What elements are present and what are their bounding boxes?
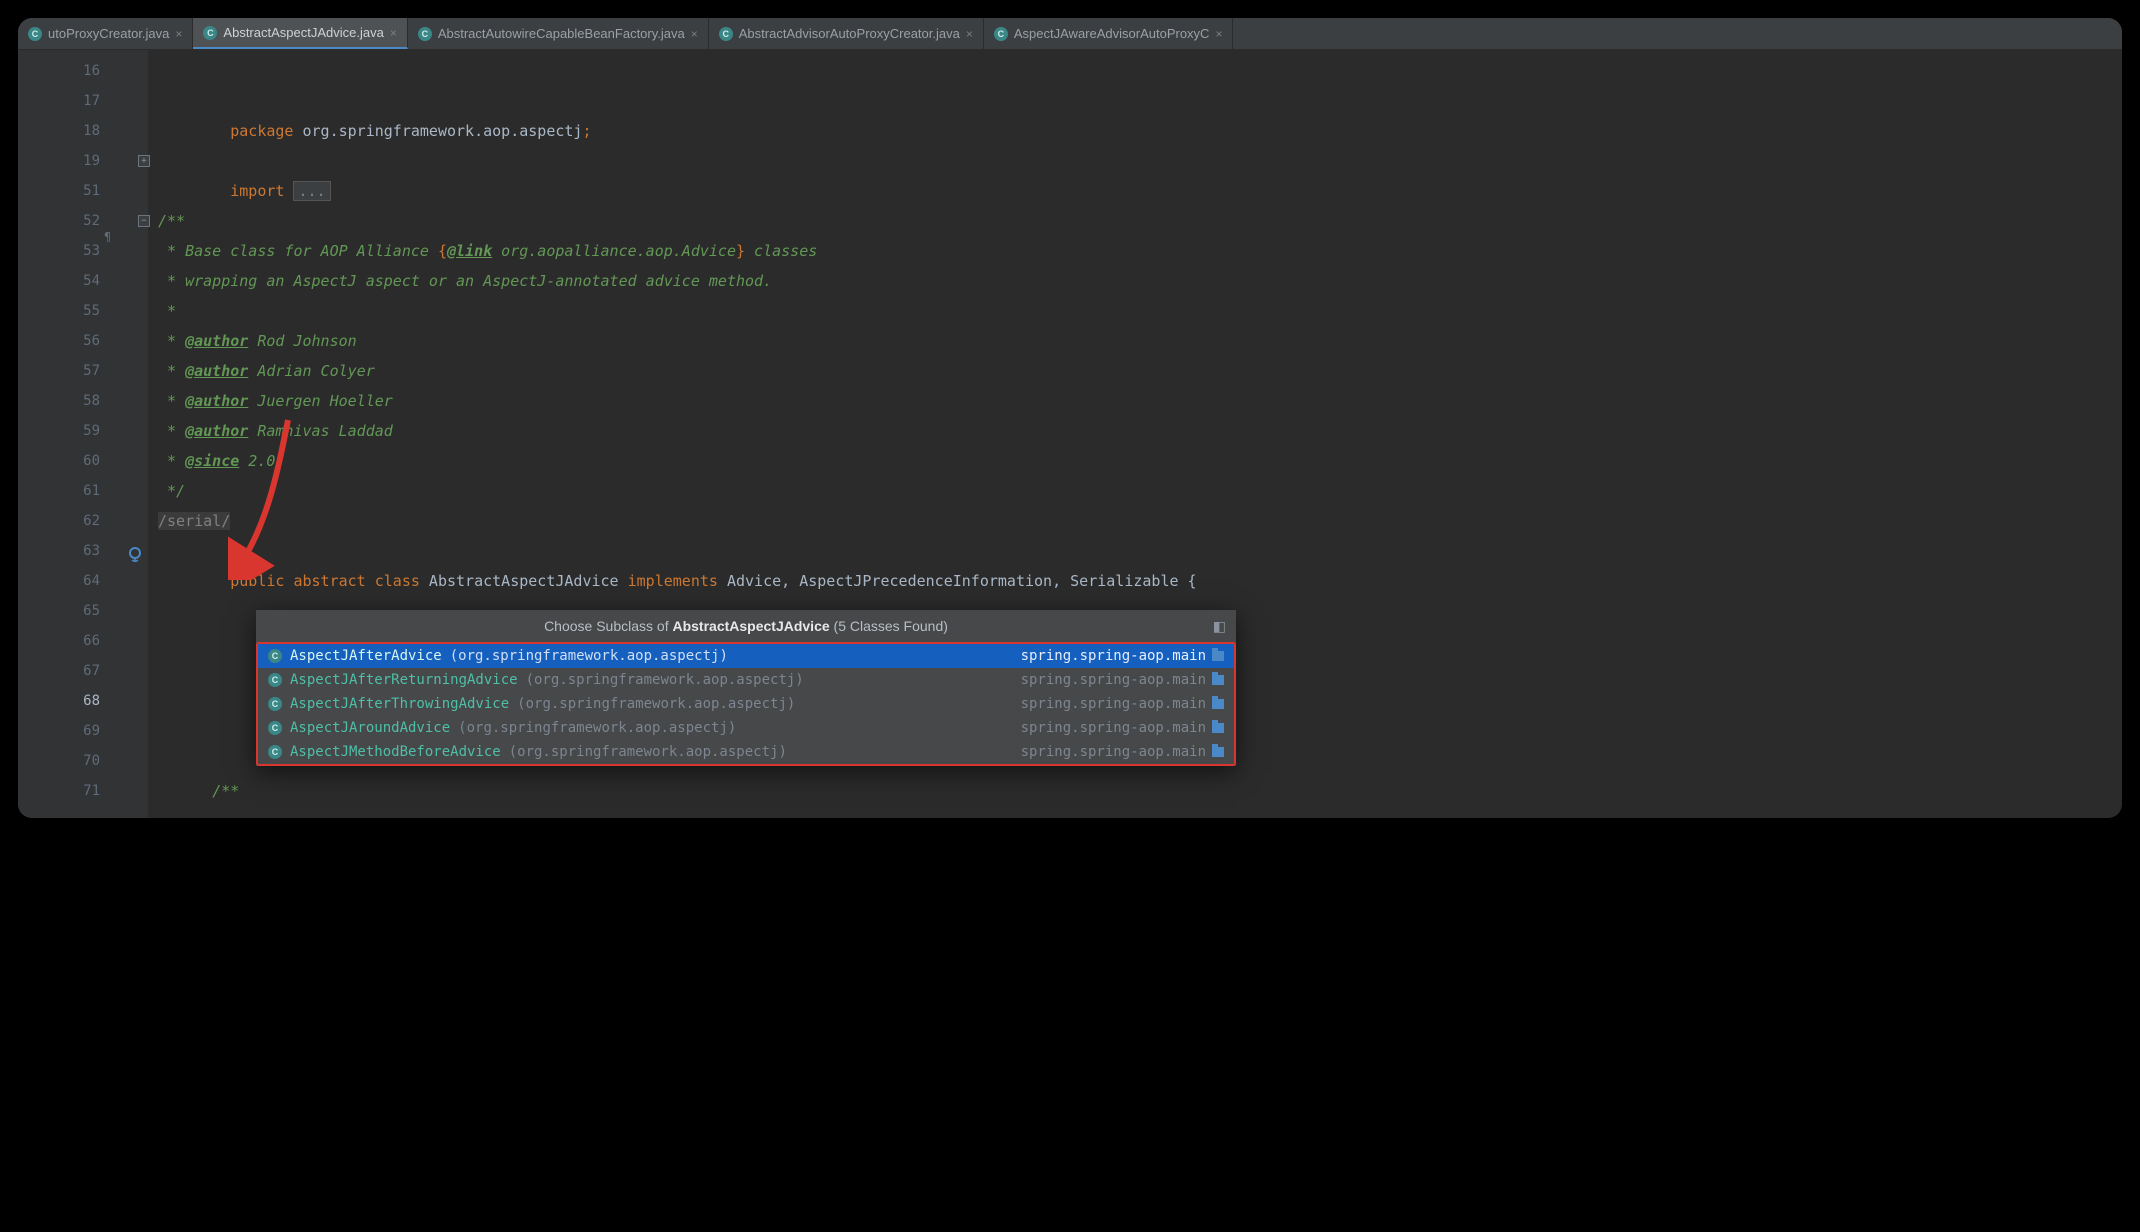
line-number[interactable]: 19+ (18, 146, 148, 176)
subclass-package: (org.springframework.aop.aspectj) (450, 648, 728, 664)
annotation-serial: /serial/ (158, 512, 230, 530)
line-number[interactable]: 18 (18, 116, 148, 146)
javadoc-close: */ (158, 482, 185, 500)
class-icon: C (268, 721, 282, 735)
editor-tab[interactable]: C AspectJAwareAdvisorAutoProxyC × (984, 18, 1234, 49)
line-number[interactable]: 53 (18, 236, 148, 266)
subclass-module: spring.spring-aop.main (1021, 696, 1224, 712)
editor-gutter: ¶ 16171819+5152−535455565758596061626364… (18, 50, 148, 818)
tab-label: AspectJAwareAdvisorAutoProxyC (1014, 26, 1210, 41)
line-number[interactable]: 69 (18, 716, 148, 746)
popup-list: C AspectJAfterAdvice (org.springframework… (256, 642, 1236, 766)
tab-label: AbstractAutowireCapableBeanFactory.java (438, 26, 685, 41)
class-file-icon: C (418, 27, 432, 41)
tab-label: AbstractAspectJAdvice.java (223, 25, 383, 40)
line-number[interactable]: 59 (18, 416, 148, 446)
editor-tab[interactable]: C AbstractAspectJAdvice.java × (193, 18, 407, 49)
javadoc-since-tag: @since (185, 452, 239, 470)
line-number[interactable]: 65 (18, 596, 148, 626)
line-number[interactable]: 62 (18, 506, 148, 536)
subclass-module: spring.spring-aop.main (1021, 672, 1224, 688)
line-number[interactable]: 54 (18, 266, 148, 296)
line-number[interactable]: 68 (18, 686, 148, 716)
keyword-implements: implements (619, 572, 718, 590)
subclass-name: AspectJAroundAdvice (290, 720, 450, 736)
tab-label: AbstractAdvisorAutoProxyCreator.java (739, 26, 960, 41)
close-icon[interactable]: × (175, 27, 182, 41)
class-icon: C (268, 745, 282, 759)
subclass-name: AspectJAfterAdvice (290, 648, 442, 664)
subclass-module: spring.spring-aop.main (1021, 744, 1224, 760)
class-name: AbstractAspectJAdvice (420, 572, 619, 590)
overridden-gutter-icon[interactable] (128, 543, 144, 559)
close-icon[interactable]: × (1215, 27, 1222, 41)
subclass-list-item[interactable]: C AspectJAfterAdvice (org.springframework… (258, 644, 1234, 668)
module-icon (1212, 699, 1224, 709)
keyword-package: package (230, 122, 293, 140)
keyword-public: public (230, 572, 284, 590)
pin-icon[interactable]: ◧ (1213, 618, 1226, 635)
line-number[interactable]: 71 (18, 776, 148, 806)
package-name: org.springframework.aop.aspectj (293, 122, 582, 140)
class-file-icon: C (994, 27, 1008, 41)
line-number[interactable]: 64 (18, 566, 148, 596)
class-file-icon: C (719, 27, 733, 41)
module-icon (1212, 651, 1224, 661)
choose-subclass-popup: Choose Subclass of AbstractAspectJAdvice… (256, 610, 1236, 766)
subclass-name: AspectJAfterReturningAdvice (290, 672, 518, 688)
subclass-package: (org.springframework.aop.aspectj) (517, 696, 795, 712)
subclass-package: (org.springframework.aop.aspectj) (509, 744, 787, 760)
class-file-icon: C (203, 26, 217, 40)
popup-title: Choose Subclass of AbstractAspectJAdvice… (256, 610, 1236, 642)
subclass-name: AspectJMethodBeforeAdvice (290, 744, 501, 760)
subclass-list-item[interactable]: C AspectJAfterThrowingAdvice (org.springf… (258, 692, 1234, 716)
close-icon[interactable]: × (390, 26, 397, 40)
folded-imports[interactable]: ... (293, 181, 330, 201)
line-number[interactable]: 52− (18, 206, 148, 236)
subclass-name: AspectJAfterThrowingAdvice (290, 696, 509, 712)
subclass-list-item[interactable]: C AspectJMethodBeforeAdvice (org.springfr… (258, 740, 1234, 764)
line-number[interactable]: 57 (18, 356, 148, 386)
javadoc-author-tag: @author (185, 332, 248, 350)
module-icon (1212, 747, 1224, 757)
subclass-list-item[interactable]: C AspectJAroundAdvice (org.springframewor… (258, 716, 1234, 740)
subclass-module: spring.spring-aop.main (1021, 648, 1224, 664)
javadoc-open: /** (158, 212, 185, 230)
class-icon: C (268, 673, 282, 687)
line-number[interactable]: 61 (18, 476, 148, 506)
editor-area: ¶ 16171819+5152−535455565758596061626364… (18, 50, 2122, 818)
line-number[interactable]: 51 (18, 176, 148, 206)
keyword-import: import (230, 182, 284, 200)
close-icon[interactable]: × (691, 27, 698, 41)
editor-tab[interactable]: C AbstractAdvisorAutoProxyCreator.java × (709, 18, 984, 49)
line-number[interactable]: 63 (18, 536, 148, 566)
line-number[interactable]: 58 (18, 386, 148, 416)
line-number[interactable]: 67 (18, 656, 148, 686)
subclass-module: spring.spring-aop.main (1021, 720, 1224, 736)
line-number[interactable]: 16 (18, 56, 148, 86)
implements-list: Advice, AspectJPrecedenceInformation, Se… (718, 572, 1188, 590)
subclass-package: (org.springframework.aop.aspectj) (526, 672, 804, 688)
class-icon: C (268, 697, 282, 711)
javadoc-link-tag: @link (447, 242, 492, 260)
subclass-package: (org.springframework.aop.aspectj) (458, 720, 736, 736)
editor-tab-bar: CutoProxyCreator.java × C AbstractAspectJAd… (18, 18, 2122, 50)
line-number[interactable]: 60 (18, 446, 148, 476)
tab-label: utoProxyCreator.java (48, 26, 169, 41)
line-number[interactable]: 17 (18, 86, 148, 116)
module-icon (1212, 675, 1224, 685)
line-number[interactable]: 66 (18, 626, 148, 656)
close-icon[interactable]: × (966, 27, 973, 41)
line-number[interactable]: 70 (18, 746, 148, 776)
editor-tab[interactable]: C AbstractAutowireCapableBeanFactory.java… (408, 18, 709, 49)
editor-tab[interactable]: CutoProxyCreator.java × (18, 18, 193, 49)
editor-code[interactable]: package org.springframework.aop.aspectj;… (148, 50, 2122, 818)
ide-window: CutoProxyCreator.java × C AbstractAspectJAd… (18, 18, 2122, 818)
module-icon (1212, 723, 1224, 733)
subclass-list-item[interactable]: C AspectJAfterReturningAdvice (org.spring… (258, 668, 1234, 692)
class-icon: C (268, 649, 282, 663)
class-file-icon: C (28, 27, 42, 41)
line-number[interactable]: 55 (18, 296, 148, 326)
line-number[interactable]: 56 (18, 326, 148, 356)
